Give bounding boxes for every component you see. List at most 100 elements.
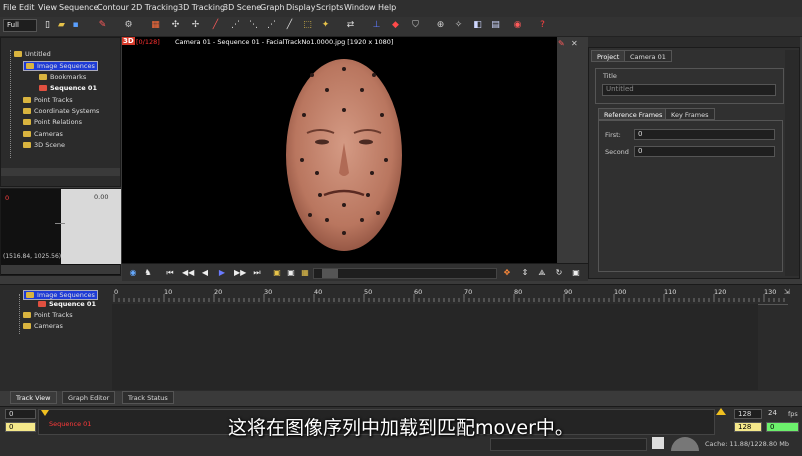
timeline-zoom-icon[interactable]: ⇲ — [784, 288, 794, 298]
menu-3d-scene[interactable]: 3D Scene — [223, 3, 261, 12]
tab-reference-frames[interactable]: Reference Frames — [598, 108, 669, 120]
tree-item-label: Point Tracks — [34, 311, 73, 319]
sequence-icon[interactable]: ▦ — [150, 20, 161, 31]
tab-camera-01[interactable]: Camera 01 — [624, 50, 672, 62]
frame-slider[interactable]: Sequence 01 — [38, 409, 715, 435]
current-frame-field[interactable]: 0 — [5, 422, 36, 432]
play-icon[interactable]: ▶ — [217, 268, 227, 278]
track-add-icon[interactable]: ✢ — [190, 20, 201, 31]
tab-track-view[interactable]: Track View — [10, 391, 57, 404]
tab-graph-editor[interactable]: Graph Editor — [62, 391, 116, 404]
new-file-icon[interactable]: ▯ — [42, 20, 53, 31]
tree-item-point-tracks[interactable]: Point Tracks — [23, 96, 73, 104]
viewer-tool-icon[interactable]: ✎ — [558, 39, 568, 49]
tab-key-frames[interactable]: Key Frames — [665, 108, 715, 120]
playhead-marker[interactable] — [41, 410, 49, 416]
mode-select[interactable]: Full — [3, 19, 37, 32]
range-icon[interactable]: ▦ — [300, 268, 310, 278]
viewer-scrollbar-thumb[interactable] — [322, 269, 338, 278]
first-frame-icon[interactable]: ⏮ — [165, 268, 175, 278]
move-icon[interactable]: ⇄ — [345, 20, 356, 31]
zoom-icon[interactable]: ⇕ — [520, 268, 530, 278]
last-frame-icon[interactable]: ⏭ — [252, 268, 262, 278]
nodes4-icon[interactable]: ╱ — [284, 20, 295, 31]
menu-display[interactable]: Display — [286, 3, 316, 12]
timeline-item-point-tracks[interactable]: Point Tracks — [23, 311, 73, 319]
second-field[interactable]: 0 — [634, 146, 775, 157]
step-forward-icon[interactable]: ▶▶ — [234, 268, 246, 278]
render-icon[interactable]: ◉ — [512, 20, 523, 31]
tree-item-label: Point Tracks — [34, 96, 73, 104]
menu-contour[interactable]: Contour — [97, 3, 129, 12]
tree-item-image-sequences[interactable]: Image Sequences — [23, 61, 98, 71]
viewer-scrollbar[interactable] — [313, 268, 497, 279]
menu-window[interactable]: Window — [344, 3, 376, 12]
menu-edit[interactable]: Edit — [19, 3, 35, 12]
nodes3-icon[interactable]: ⋰ — [266, 20, 277, 31]
cube-icon[interactable]: ◧ — [472, 20, 483, 31]
eraser-icon[interactable]: ◆ — [390, 20, 401, 31]
timeline-item-sequence-01[interactable]: Sequence 01 — [38, 300, 96, 308]
step-back-icon[interactable]: ◀ — [200, 268, 210, 278]
tree-item-coordinate-systems[interactable]: Coordinate Systems — [23, 107, 99, 115]
tab-track-status[interactable]: Track Status — [122, 391, 174, 404]
fullscreen-icon[interactable]: ▣ — [571, 268, 581, 278]
prev-key-icon[interactable]: ◀◀ — [182, 268, 194, 278]
timeline-item-image-sequences[interactable]: Image Sequences — [23, 290, 98, 300]
start-frame-field[interactable]: 0 — [5, 409, 36, 419]
viewer-settings-icon[interactable]: ♞ — [143, 268, 153, 278]
camera-icon[interactable]: ⊕ — [435, 20, 446, 31]
tab-project[interactable]: Project — [591, 50, 626, 62]
globe-icon[interactable]: ◉ — [128, 268, 138, 278]
pen-tool-icon[interactable] — [652, 437, 664, 449]
tree-item-point-relations[interactable]: Point Relations — [23, 118, 82, 126]
wand-icon[interactable]: ✦ — [320, 20, 331, 31]
menu-file[interactable]: File — [3, 3, 16, 12]
timeline-item-cameras[interactable]: Cameras — [23, 322, 63, 330]
tree-item-sequence-01[interactable]: Sequence 01 — [39, 84, 97, 92]
tree-item-3d-scene[interactable]: 3D Scene — [23, 141, 65, 149]
menu-scripts[interactable]: Scripts — [316, 3, 343, 12]
select-icon[interactable]: ⬚ — [302, 20, 313, 31]
timeline-track-area[interactable] — [112, 304, 758, 390]
tool-icon[interactable]: ⚙ — [123, 20, 134, 31]
window-icon[interactable]: ▤ — [490, 20, 501, 31]
panel-scrollbar[interactable] — [785, 50, 799, 276]
fps-value[interactable]: 24 — [765, 409, 783, 419]
rotate-icon[interactable]: ↻ — [554, 268, 564, 278]
menu-help[interactable]: Help — [378, 3, 396, 12]
end-marker-icon[interactable] — [716, 408, 726, 415]
tree-item-bookmarks[interactable]: Bookmarks — [39, 73, 86, 81]
nodes-icon[interactable]: ⋰ — [230, 20, 241, 31]
menu-view[interactable]: View — [38, 3, 57, 12]
end-frame-field[interactable]: 128 — [734, 409, 762, 419]
help-icon[interactable]: ? — [537, 20, 548, 31]
save-icon[interactable]: ▪ — [70, 20, 81, 31]
tree-scrollbar[interactable] — [1, 168, 120, 176]
menu-3d-tracking[interactable]: 3D Tracking — [178, 3, 225, 12]
tree-root[interactable]: Untitled — [14, 50, 51, 58]
first-field[interactable]: 0 — [634, 129, 775, 140]
menu-sequence[interactable]: Sequence — [59, 3, 98, 12]
image-viewer[interactable]: 3D [0/128] Camera 01 - Sequence 01 - Fac… — [122, 37, 557, 263]
loop2-icon[interactable]: ▣ — [286, 268, 296, 278]
menu-graph[interactable]: Graph — [260, 3, 285, 12]
nodes2-icon[interactable]: ⋱ — [248, 20, 259, 31]
menu-2d-tracking[interactable]: 2D Tracking — [131, 3, 178, 12]
track-icon[interactable]: ✣ — [170, 20, 181, 31]
title-field[interactable]: Untitled — [602, 84, 776, 96]
open-folder-icon[interactable]: ▰ — [56, 20, 67, 31]
loop-icon[interactable]: ▣ — [272, 268, 282, 278]
solve-icon[interactable]: ✧ — [453, 20, 464, 31]
line-tool-icon[interactable]: ╱ — [210, 20, 221, 31]
tree-item-cameras[interactable]: Cameras — [23, 130, 63, 138]
orbit-icon[interactable]: ⟁ — [537, 268, 547, 278]
brush-icon[interactable]: ✎ — [97, 20, 108, 31]
shield-icon[interactable]: ⛉ — [410, 20, 421, 31]
pan-icon[interactable]: ✥ — [502, 268, 512, 278]
preview-scrollbar[interactable] — [1, 265, 120, 274]
viewer-close-icon[interactable]: ✕ — [571, 39, 581, 49]
end-frame-field-2[interactable]: 128 — [734, 422, 762, 432]
current-frame-field-2[interactable]: 0 — [766, 422, 799, 432]
axis-icon[interactable]: ⊥ — [371, 20, 382, 31]
